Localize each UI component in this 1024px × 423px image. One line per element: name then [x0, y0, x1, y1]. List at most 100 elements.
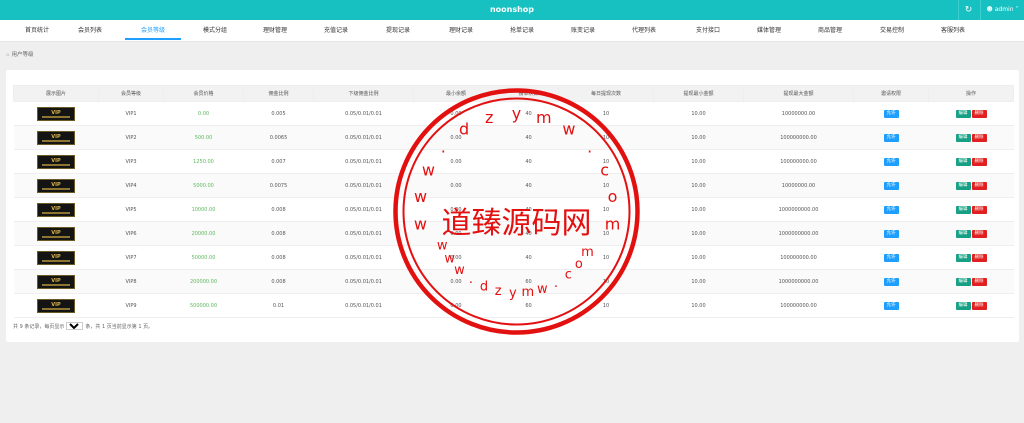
table-row: VIP VIP3 1250.00 0.007 0.05/0.01/0.01 0.00 40 1…: [13, 149, 1014, 174]
delete-button[interactable]: 删除: [971, 253, 987, 262]
delete-button[interactable]: 删除: [971, 229, 987, 238]
withdraw-max-cell: 1000000000.00: [743, 197, 854, 222]
invite-cell: 允许: [853, 269, 929, 294]
thumb-cell: VIP: [13, 173, 99, 198]
page-size-select[interactable]: 20: [66, 322, 84, 330]
edit-button[interactable]: 编辑: [955, 205, 971, 214]
sub-commission-cell: 0.05/0.01/0.01: [313, 245, 414, 270]
edit-button[interactable]: 编辑: [955, 133, 971, 142]
nav-item[interactable]: 会员列表: [60, 20, 120, 41]
withdraw-min-cell: 10.00: [653, 149, 744, 174]
column-header: 提现最小金额: [653, 85, 744, 102]
level-thumbnail: VIP: [37, 250, 75, 265]
withdraw-max-cell: 10000000.00: [743, 101, 854, 126]
thumb-cell: VIP: [13, 101, 99, 126]
invite-cell: 允许: [853, 293, 929, 318]
invite-toggle-button[interactable]: 允许: [883, 181, 899, 190]
daily-withdraw-cell: 10: [558, 293, 654, 318]
actions-cell: 编辑 删除: [928, 173, 1014, 198]
column-header: 接单次数: [498, 85, 559, 102]
user-menu[interactable]: ☻ admin ˄: [980, 0, 1024, 20]
withdraw-min-cell: 10.00: [653, 197, 744, 222]
edit-button[interactable]: 编辑: [955, 229, 971, 238]
invite-toggle-button[interactable]: 允许: [883, 109, 899, 118]
invite-toggle-button[interactable]: 允许: [883, 301, 899, 310]
withdraw-max-cell: 100000000.00: [743, 149, 854, 174]
withdraw-max-cell: 10000000.00: [743, 173, 854, 198]
nav-item[interactable]: 充值记录: [306, 20, 366, 41]
nav-item[interactable]: 理财管理: [245, 20, 305, 41]
withdraw-max-cell: 100000000.00: [743, 293, 854, 318]
sub-commission-cell: 0.05/0.01/0.01: [313, 221, 414, 246]
invite-cell: 允许: [853, 245, 929, 270]
nav-item[interactable]: 模式分组: [185, 20, 245, 41]
nav-item[interactable]: 客服列表: [923, 20, 983, 41]
delete-button[interactable]: 删除: [971, 109, 987, 118]
table-row: VIP VIP4 5000.00 0.0075 0.05/0.01/0.01 0.00 40…: [13, 173, 1014, 198]
nav-item[interactable]: 商品管理: [800, 20, 860, 41]
nav-item[interactable]: 账变记录: [553, 20, 613, 41]
delete-button[interactable]: 删除: [971, 133, 987, 142]
invite-toggle-button[interactable]: 允许: [883, 229, 899, 238]
column-header: 邀请权限: [853, 85, 929, 102]
level-cell: VIP2: [98, 125, 164, 150]
column-header: 最小余额: [413, 85, 499, 102]
daily-withdraw-cell: 10: [558, 173, 654, 198]
thumb-cell: VIP: [13, 149, 99, 174]
price-cell: 500000.00: [163, 293, 244, 318]
price-cell: 1250.00: [163, 149, 244, 174]
min-balance-cell: 0.00: [413, 149, 499, 174]
pagination: 共 9 条记录，每页显示 20 条，共 1 页当前显示第 1 页。: [13, 322, 153, 330]
nav-item[interactable]: 理财记录: [431, 20, 491, 41]
nav-item[interactable]: 支付接口: [678, 20, 738, 41]
edit-button[interactable]: 编辑: [955, 157, 971, 166]
level-cell: VIP9: [98, 293, 164, 318]
invite-cell: 允许: [853, 221, 929, 246]
thumb-cell: VIP: [13, 293, 99, 318]
delete-button[interactable]: 删除: [971, 181, 987, 190]
user-name: admin: [994, 6, 1014, 13]
invite-cell: 允许: [853, 101, 929, 126]
edit-button[interactable]: 编辑: [955, 109, 971, 118]
level-thumbnail: VIP: [37, 130, 75, 145]
invite-cell: 允许: [853, 173, 929, 198]
commission-cell: 0.008: [243, 221, 314, 246]
table-row: VIP VIP8 200000.00 0.008 0.05/0.01/0.01 0.00 6…: [13, 269, 1014, 294]
commission-cell: 0.008: [243, 245, 314, 270]
invite-toggle-button[interactable]: 允许: [883, 157, 899, 166]
sub-commission-cell: 0.05/0.01/0.01: [313, 125, 414, 150]
nav-item[interactable]: 提现记录: [368, 20, 428, 41]
actions-cell: 编辑 删除: [928, 221, 1014, 246]
column-header: 佣金比例: [243, 85, 314, 102]
breadcrumb-home-icon: ⌂: [6, 52, 10, 58]
nav-item[interactable]: 首页统计: [7, 20, 67, 41]
refresh-button[interactable]: ↻: [958, 0, 978, 20]
column-header: 每日提现次数: [558, 85, 654, 102]
withdraw-max-cell: 100000000.00: [743, 125, 854, 150]
nav-item[interactable]: 会员等级: [123, 20, 183, 41]
edit-button[interactable]: 编辑: [955, 253, 971, 262]
level-cell: VIP1: [98, 101, 164, 126]
level-thumbnail: VIP: [37, 178, 75, 193]
invite-toggle-button[interactable]: 允许: [883, 133, 899, 142]
sub-commission-cell: 0.05/0.01/0.01: [313, 101, 414, 126]
delete-button[interactable]: 删除: [971, 157, 987, 166]
edit-button[interactable]: 编辑: [955, 277, 971, 286]
min-balance-cell: 0.00: [413, 293, 499, 318]
edit-button[interactable]: 编辑: [955, 301, 971, 310]
nav-item[interactable]: 交易控制: [862, 20, 922, 41]
edit-button[interactable]: 编辑: [955, 181, 971, 190]
delete-button[interactable]: 删除: [971, 301, 987, 310]
invite-toggle-button[interactable]: 允许: [883, 205, 899, 214]
invite-toggle-button[interactable]: 允许: [883, 253, 899, 262]
commission-cell: 0.008: [243, 269, 314, 294]
nav-item[interactable]: 媒体管理: [739, 20, 799, 41]
min-balance-cell: 0.00: [413, 269, 499, 294]
delete-button[interactable]: 删除: [971, 277, 987, 286]
nav-item[interactable]: 抢单记录: [492, 20, 552, 41]
delete-button[interactable]: 删除: [971, 205, 987, 214]
nav-item[interactable]: 代理列表: [614, 20, 674, 41]
invite-toggle-button[interactable]: 允许: [883, 277, 899, 286]
daily-withdraw-cell: 10: [558, 269, 654, 294]
pager-suffix: 条，共 1 页当前显示第 1 页。: [85, 323, 154, 330]
